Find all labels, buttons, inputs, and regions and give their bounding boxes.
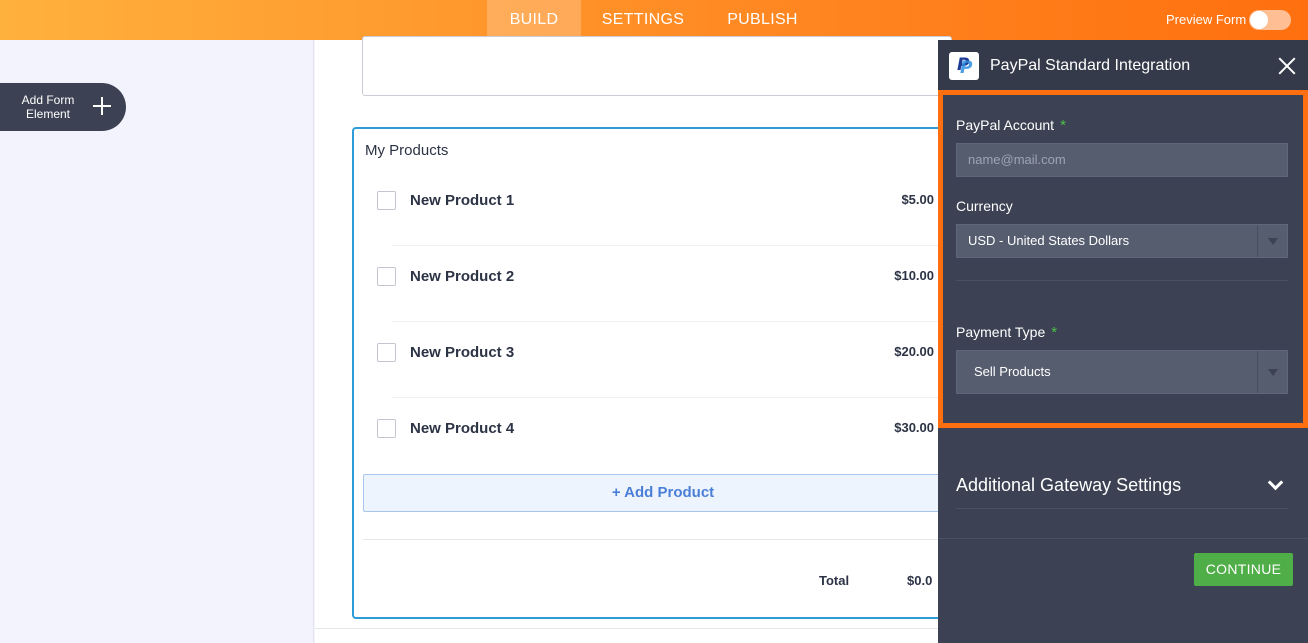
paypal-settings-panel: PP PayPal Standard Integration PayPal Ac… (938, 40, 1308, 643)
close-icon[interactable] (1278, 57, 1296, 75)
payment-type-select[interactable]: Sell Products (956, 350, 1288, 394)
continue-button[interactable]: CONTINUE (1194, 553, 1293, 586)
product-row: New Product 2 $10.00 (354, 246, 954, 322)
panel-divider (956, 508, 1288, 509)
panel-title: PayPal Standard Integration (990, 57, 1191, 74)
total-label: Total (819, 573, 850, 588)
currency-select[interactable]: USD - United States Dollars (956, 224, 1288, 258)
dropdown-arrow-icon (1257, 351, 1287, 393)
product-row: New Product 3 $20.00 (354, 322, 954, 398)
total-value: $0.0 (907, 573, 933, 588)
products-title: My Products (365, 142, 449, 159)
product-row: New Product 1 $5.00 (354, 170, 954, 246)
dropdown-arrow-icon (1257, 225, 1287, 257)
paypal-account-label: PayPal Account * (956, 117, 1066, 134)
product-checkbox[interactable] (377, 191, 396, 210)
payment-type-value: Sell Products (974, 364, 1051, 379)
payment-type-label: Payment Type * (956, 324, 1057, 341)
product-row: New Product 4 $30.00 (354, 398, 954, 474)
tab-build[interactable]: BUILD (487, 0, 581, 40)
preview-form-toggle[interactable] (1249, 10, 1291, 30)
total-divider (363, 539, 950, 540)
product-checkbox[interactable] (377, 419, 396, 438)
panel-divider (956, 280, 1288, 281)
add-form-element-button[interactable]: Add Form Element (0, 83, 126, 131)
top-bar: BUILD SETTINGS PUBLISH Preview Form (0, 0, 1308, 40)
product-name: New Product 4 (410, 420, 515, 437)
tab-settings[interactable]: SETTINGS (593, 0, 693, 40)
required-asterisk: * (1060, 117, 1066, 134)
product-price: $5.00 (901, 192, 934, 207)
paypal-logo-icon: PP (949, 52, 979, 80)
chevron-down-icon[interactable] (1269, 479, 1281, 491)
paypal-account-input[interactable]: name@mail.com (956, 143, 1288, 177)
paypal-account-label-text: PayPal Account (956, 117, 1055, 133)
tab-publish[interactable]: PUBLISH (716, 0, 809, 40)
payment-type-label-text: Payment Type (956, 324, 1046, 340)
panel-header: PP PayPal Standard Integration (938, 40, 1308, 92)
textarea-field[interactable] (362, 36, 952, 96)
additional-gateway-settings-toggle[interactable]: Additional Gateway Settings (956, 475, 1181, 496)
add-form-element-label: Add Form Element (21, 93, 75, 121)
plus-icon (90, 94, 114, 118)
product-price: $20.00 (894, 344, 934, 359)
left-sidebar: Add Form Element (0, 40, 314, 643)
toggle-knob (1250, 11, 1268, 29)
form-canvas: My Products New Product 1 $5.00 New Prod… (315, 36, 963, 643)
add-product-button[interactable]: + Add Product (363, 474, 963, 512)
currency-label: Currency (956, 198, 1013, 214)
product-price: $10.00 (894, 268, 934, 283)
canvas-divider (315, 628, 938, 629)
currency-value: USD - United States Dollars (968, 233, 1130, 248)
product-price: $30.00 (894, 420, 934, 435)
preview-form-label: Preview Form (1166, 12, 1247, 27)
product-name: New Product 1 (410, 192, 515, 209)
panel-divider (938, 538, 1308, 539)
product-checkbox[interactable] (377, 267, 396, 286)
product-name: New Product 3 (410, 344, 515, 361)
products-field[interactable]: My Products New Product 1 $5.00 New Prod… (352, 127, 963, 619)
product-checkbox[interactable] (377, 343, 396, 362)
required-asterisk: * (1051, 324, 1058, 341)
product-name: New Product 2 (410, 268, 515, 285)
